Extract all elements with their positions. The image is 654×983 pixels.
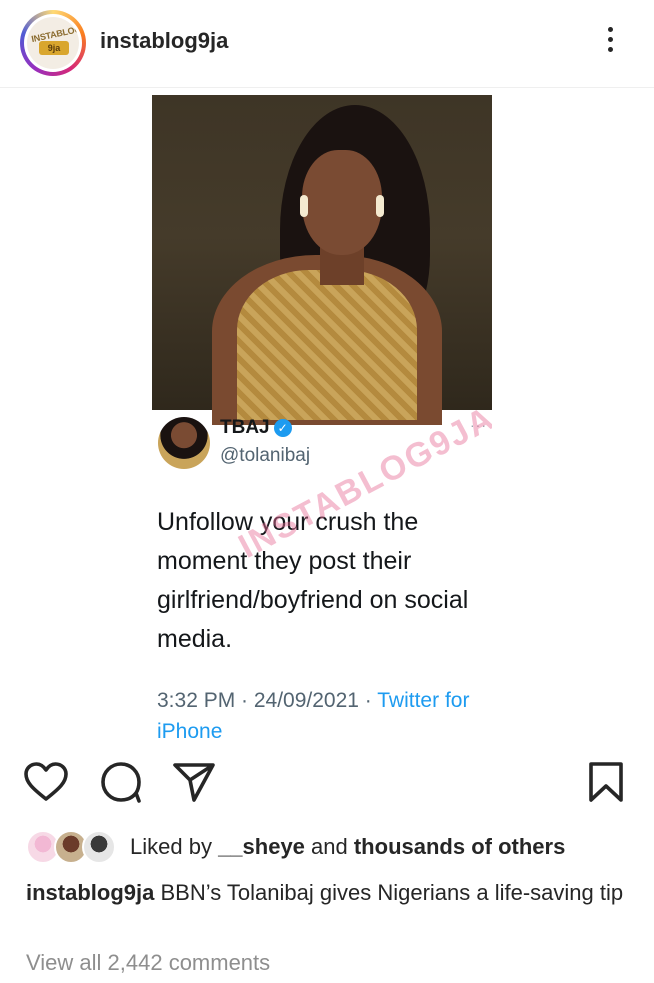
comment-icon[interactable] (97, 758, 145, 806)
profile-avatar[interactable]: INSTABLOG 9ja (20, 10, 86, 76)
avatar-logo: INSTABLOG 9ja (27, 17, 79, 69)
tweet-handle: @tolanibaj (220, 445, 311, 466)
view-comments-link[interactable]: View all 2,442 comments (26, 950, 270, 976)
portrait-photo (152, 95, 492, 425)
tweet-meta: 3:32 PM · 24/09/2021 · Twitter for iPhon… (157, 685, 492, 745)
tweet-author: TBAJ ✓ (220, 417, 292, 439)
heart-icon[interactable] (22, 758, 70, 806)
caption-username[interactable]: instablog9ja (26, 880, 154, 905)
more-options-icon[interactable] (596, 24, 624, 60)
post-image[interactable]: TBAJ ✓ @tolanibaj ··· Unfollow your crush… (152, 95, 492, 745)
avatar-logo-badge: 9ja (39, 41, 69, 55)
tweet-avatar (158, 417, 210, 469)
tweet-author-name: TBAJ (220, 417, 270, 438)
post-header: INSTABLOG 9ja instablog9ja (0, 0, 654, 88)
send-icon[interactable] (170, 758, 218, 806)
caption: instablog9ja BBN’s Tolanibaj gives Niger… (26, 876, 626, 910)
action-bar (0, 758, 654, 810)
tweet-time: 3:32 PM · 24/09/2021 · (157, 689, 378, 712)
likes-text[interactable]: Liked by __sheye and thousands of others (130, 834, 565, 860)
likes-row: Liked by __sheye and thousands of others (26, 828, 636, 868)
liker-username[interactable]: __sheye (218, 834, 305, 859)
liker-avatar[interactable] (82, 830, 116, 864)
username[interactable]: instablog9ja (100, 28, 228, 54)
caption-text: BBN’s Tolanibaj gives Nigerians a life-s… (154, 880, 624, 905)
likes-others[interactable]: thousands of others (354, 834, 565, 859)
bookmark-icon[interactable] (582, 758, 630, 806)
verified-badge-icon: ✓ (273, 419, 292, 437)
